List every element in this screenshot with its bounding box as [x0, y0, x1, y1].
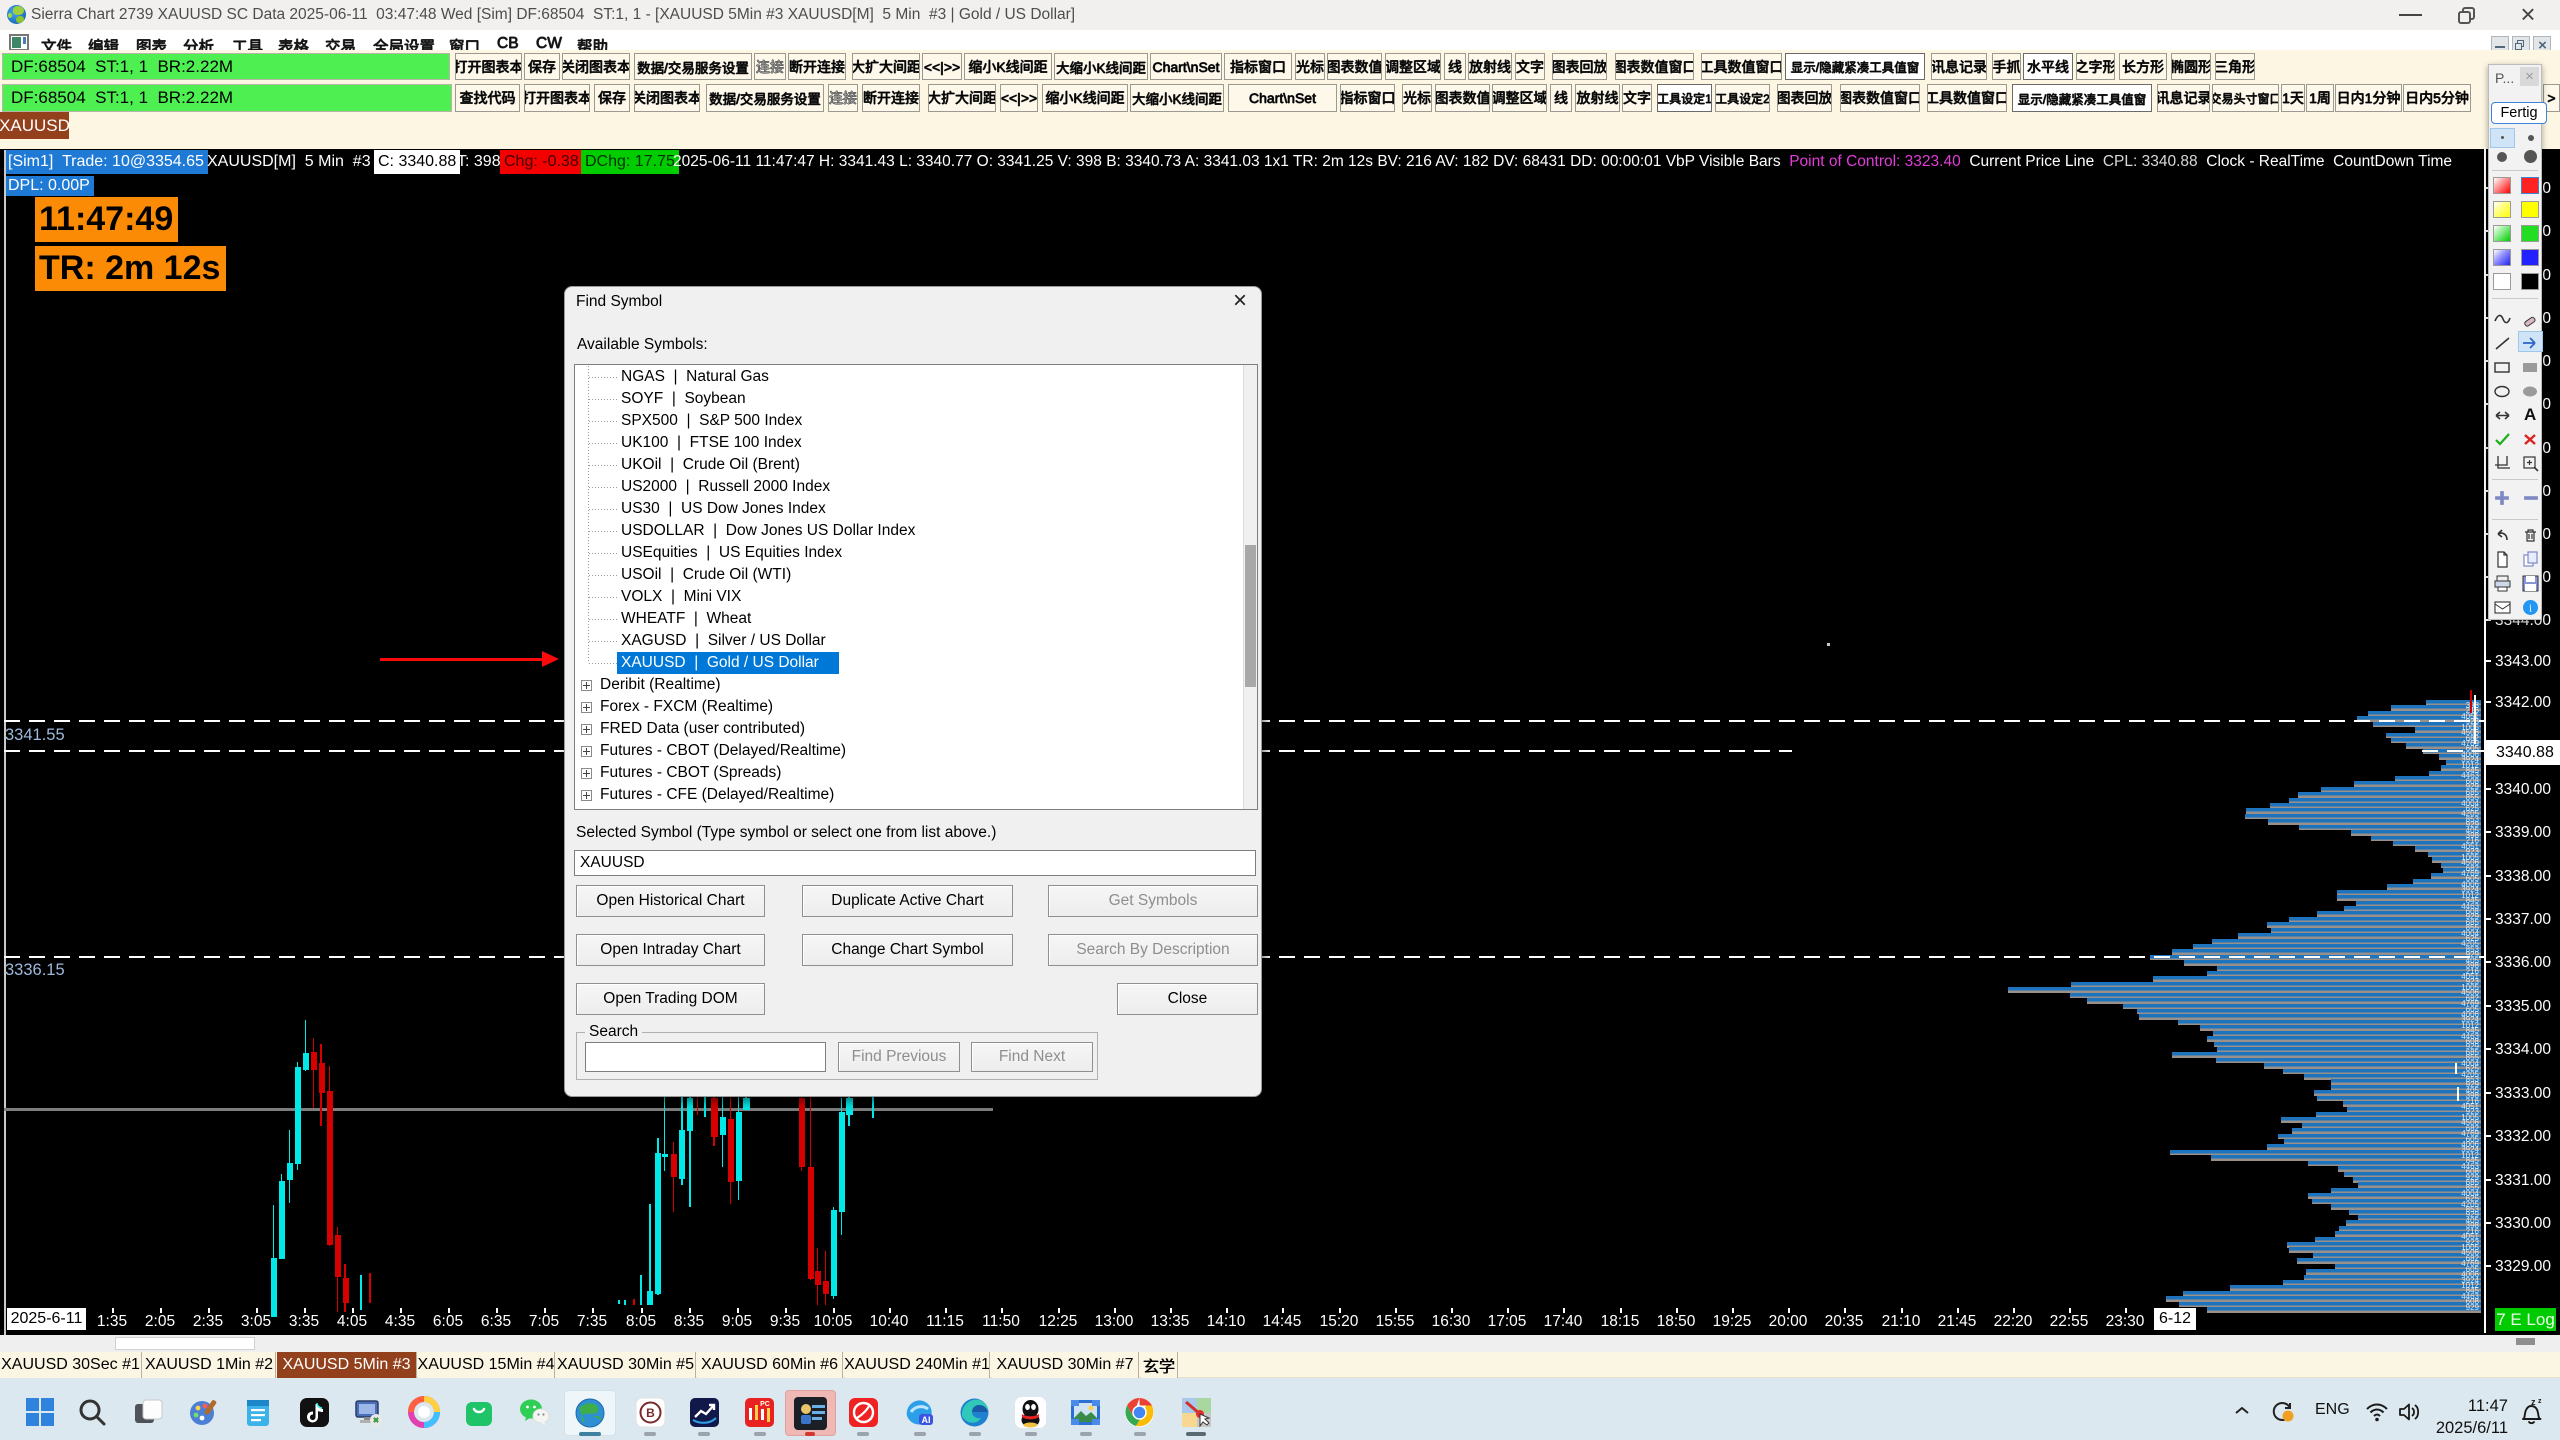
svg-text:z: z: [2531, 1398, 2536, 1407]
svg-text:PC: PC: [760, 1401, 770, 1408]
svg-text:i: i: [2529, 603, 2532, 615]
svg-text:z: z: [2538, 1398, 2542, 1405]
svg-text:B: B: [646, 1406, 655, 1420]
svg-text:AI: AI: [922, 1415, 931, 1425]
